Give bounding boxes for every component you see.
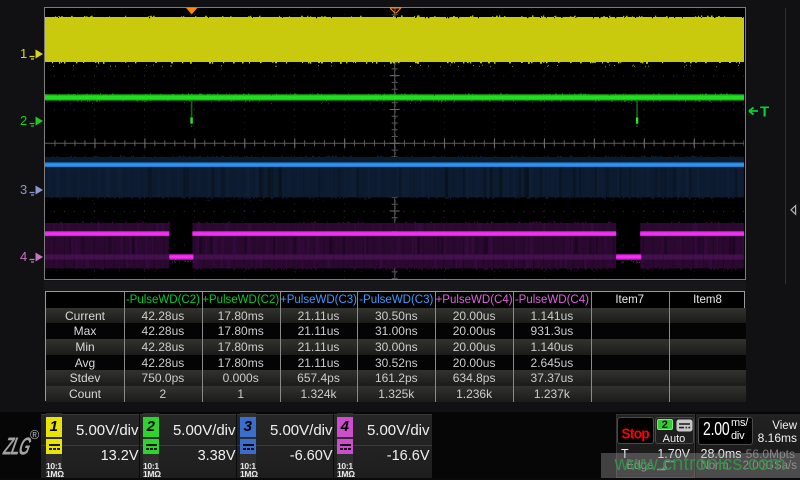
svg-text:3: 3 <box>20 182 27 197</box>
svg-text:2: 2 <box>20 113 27 128</box>
svg-text:T: T <box>760 104 769 120</box>
svg-text:4: 4 <box>20 249 27 264</box>
svg-text:1: 1 <box>20 46 27 61</box>
